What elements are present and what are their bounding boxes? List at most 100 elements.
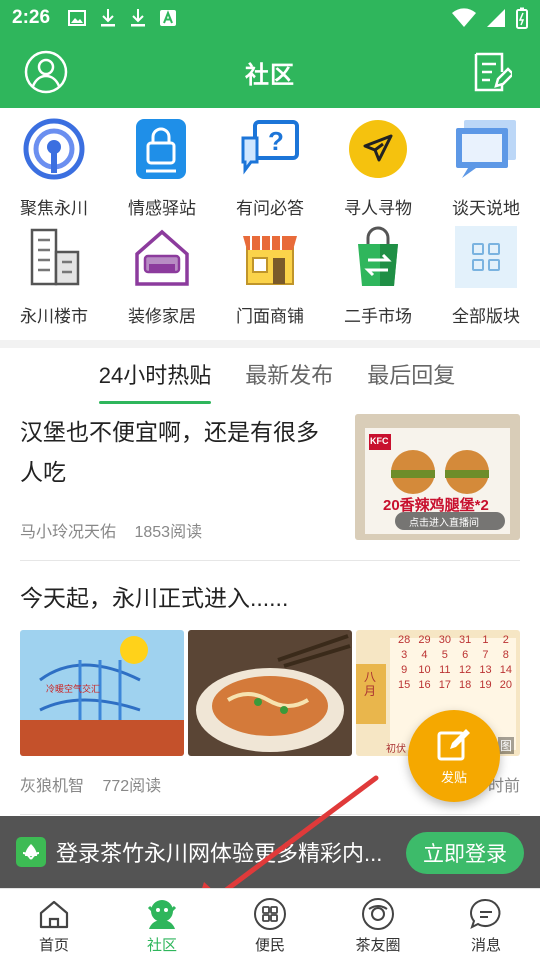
calendar-day: 29 (418, 634, 431, 646)
calendar-day: 1 (482, 634, 489, 646)
grid-icon (453, 224, 519, 290)
wifi-icon (452, 8, 476, 27)
category-label: 全部版块 (452, 307, 520, 326)
category-label: 寻人寻物 (344, 199, 412, 218)
user-avatar-icon[interactable] (24, 50, 68, 94)
nav-label: 便民 (254, 937, 285, 954)
community-icon (145, 897, 179, 931)
message-icon (469, 897, 503, 931)
login-now-button[interactable]: 立即登录 (406, 832, 524, 874)
signal-icon (487, 9, 505, 27)
category-chat[interactable]: 谈天说地 (432, 116, 540, 224)
nav-label: 首页 (38, 937, 69, 954)
download-notification-icon (101, 9, 116, 27)
tab-last-reply[interactable]: 最后回复 (367, 352, 455, 396)
sofa-icon (129, 224, 195, 290)
shop-icon (237, 224, 303, 290)
category-label: 门面商铺 (236, 307, 304, 326)
post-author: 马小玲况天佑 (20, 524, 117, 541)
calendar-day: 4 (421, 649, 428, 661)
bottom-navigation: 首页 社区 便民 茶友圈 消息 (0, 888, 540, 960)
category-qa[interactable]: ? 有问必答 (216, 116, 324, 224)
category-label: 有问必答 (236, 199, 304, 218)
calendar-day: 14 (499, 664, 512, 676)
status-time: 2:26 (12, 7, 51, 28)
thumb-brand: KFC (370, 436, 389, 446)
chat-window-icon (453, 116, 519, 182)
image-notification-icon (68, 10, 87, 26)
compose-post-icon[interactable] (472, 50, 512, 94)
app-logo-icon (16, 837, 46, 867)
category-label: 聚焦永川 (20, 199, 88, 218)
calendar-grid: 28 29 30 31 1 2 3 4 5 6 7 8 9 10 11 12 1… (394, 634, 516, 691)
post-reads: 1853阅读 (134, 524, 203, 541)
category-focus[interactable]: 聚焦永川 (0, 116, 108, 224)
post-item[interactable]: 汉堡也不便宜啊，还是有很多人吃 马小玲况天佑 1853阅读 KFC 20香辣鸡腿… (20, 412, 520, 562)
login-banner: 登录茶竹永川网体验更多精彩内... 立即登录 (0, 816, 540, 888)
calendar-day: 17 (438, 679, 451, 691)
battery-icon (516, 7, 528, 29)
circle-icon (361, 897, 395, 931)
post-reads: 772阅读 (102, 778, 162, 795)
calendar-day: 15 (398, 679, 411, 691)
page-title: 社区 (245, 61, 295, 89)
category-panel: 聚焦永川 情感驿站 ? 有问必答 寻人寻物 谈天说地 永川楼市 装修家居 门面商… (0, 108, 540, 340)
feed-tabs: 24小时热贴 最新发布 最后回复 (0, 348, 540, 404)
post-title: 今天起，永川正式进入...... (20, 585, 289, 611)
calendar-day: 9 (401, 664, 408, 676)
post-meta: 马小玲况天佑 1853阅读 (20, 518, 202, 542)
nav-label: 消息 (470, 937, 501, 954)
login-prompt-text: 登录茶竹永川网体验更多精彩内... (56, 841, 383, 866)
post-thumbnail: KFC 20香辣鸡腿堡*2 点击进入直播间 (355, 414, 520, 540)
calendar-day: 3 (401, 649, 408, 661)
category-emotion[interactable]: 情感驿站 (108, 116, 216, 224)
calendar-day: 31 (459, 634, 472, 646)
post-feed: 24小时热贴 最新发布 最后回复 汉堡也不便宜啊，还是有很多人吃 马小玲况天佑 … (0, 348, 540, 888)
app-header: 社区 (0, 36, 540, 108)
edit-icon (437, 728, 470, 760)
category-label: 二手市场 (344, 307, 412, 326)
calendar-day: 13 (479, 664, 492, 676)
building-icon (21, 224, 87, 290)
nav-friend-circle[interactable]: 茶友圈 (324, 889, 432, 960)
calendar-day: 18 (459, 679, 472, 691)
calendar-day: 11 (439, 664, 451, 676)
category-all-boards[interactable]: 全部版块 (432, 224, 540, 332)
category-label: 装修家居 (128, 307, 196, 326)
post-title: 汉堡也不便宜啊，还是有很多人吃 (20, 419, 319, 485)
category-second-hand[interactable]: 二手市场 (324, 224, 432, 332)
nav-services[interactable]: 便民 (216, 889, 324, 960)
post-author: 灰狼机智 (20, 778, 85, 795)
divider (20, 560, 520, 561)
download-notification-icon-2 (131, 9, 146, 27)
category-lost-found[interactable]: 寻人寻物 (324, 116, 432, 224)
calendar-day: 30 (438, 634, 451, 646)
category-label: 情感驿站 (128, 199, 196, 218)
thumb-calendar-month: 八月 (364, 670, 377, 698)
new-post-label: 发贴 (440, 769, 467, 785)
question-icon: ? (237, 116, 303, 182)
nav-community[interactable]: 社区 (108, 889, 216, 960)
thumb-hint: 点击进入直播间 (409, 518, 479, 529)
new-post-button[interactable]: 发贴 (408, 710, 500, 802)
nav-messages[interactable]: 消息 (432, 889, 540, 960)
home-icon (37, 897, 71, 931)
calendar-day: 6 (462, 649, 469, 661)
lock-card-icon (129, 116, 195, 182)
tab-latest[interactable]: 最新发布 (245, 352, 333, 396)
nav-label: 社区 (146, 937, 177, 954)
shopping-bag-icon (345, 224, 411, 290)
category-label: 谈天说地 (452, 199, 520, 218)
services-icon (253, 897, 287, 931)
category-shops[interactable]: 门面商铺 (216, 224, 324, 332)
calendar-day: 19 (479, 679, 492, 691)
nav-home[interactable]: 首页 (0, 889, 108, 960)
thumb-calendar-tag: 初伏 (386, 744, 406, 755)
post-image-noodles (188, 630, 352, 756)
category-decoration[interactable]: 装修家居 (108, 224, 216, 332)
calendar-day: 7 (482, 649, 489, 661)
thumb-more-images-label: 图 (497, 737, 514, 754)
calendar-day: 2 (502, 634, 509, 646)
tab-24h-hot[interactable]: 24小时热贴 (98, 352, 212, 404)
category-real-estate[interactable]: 永川楼市 (0, 224, 108, 332)
